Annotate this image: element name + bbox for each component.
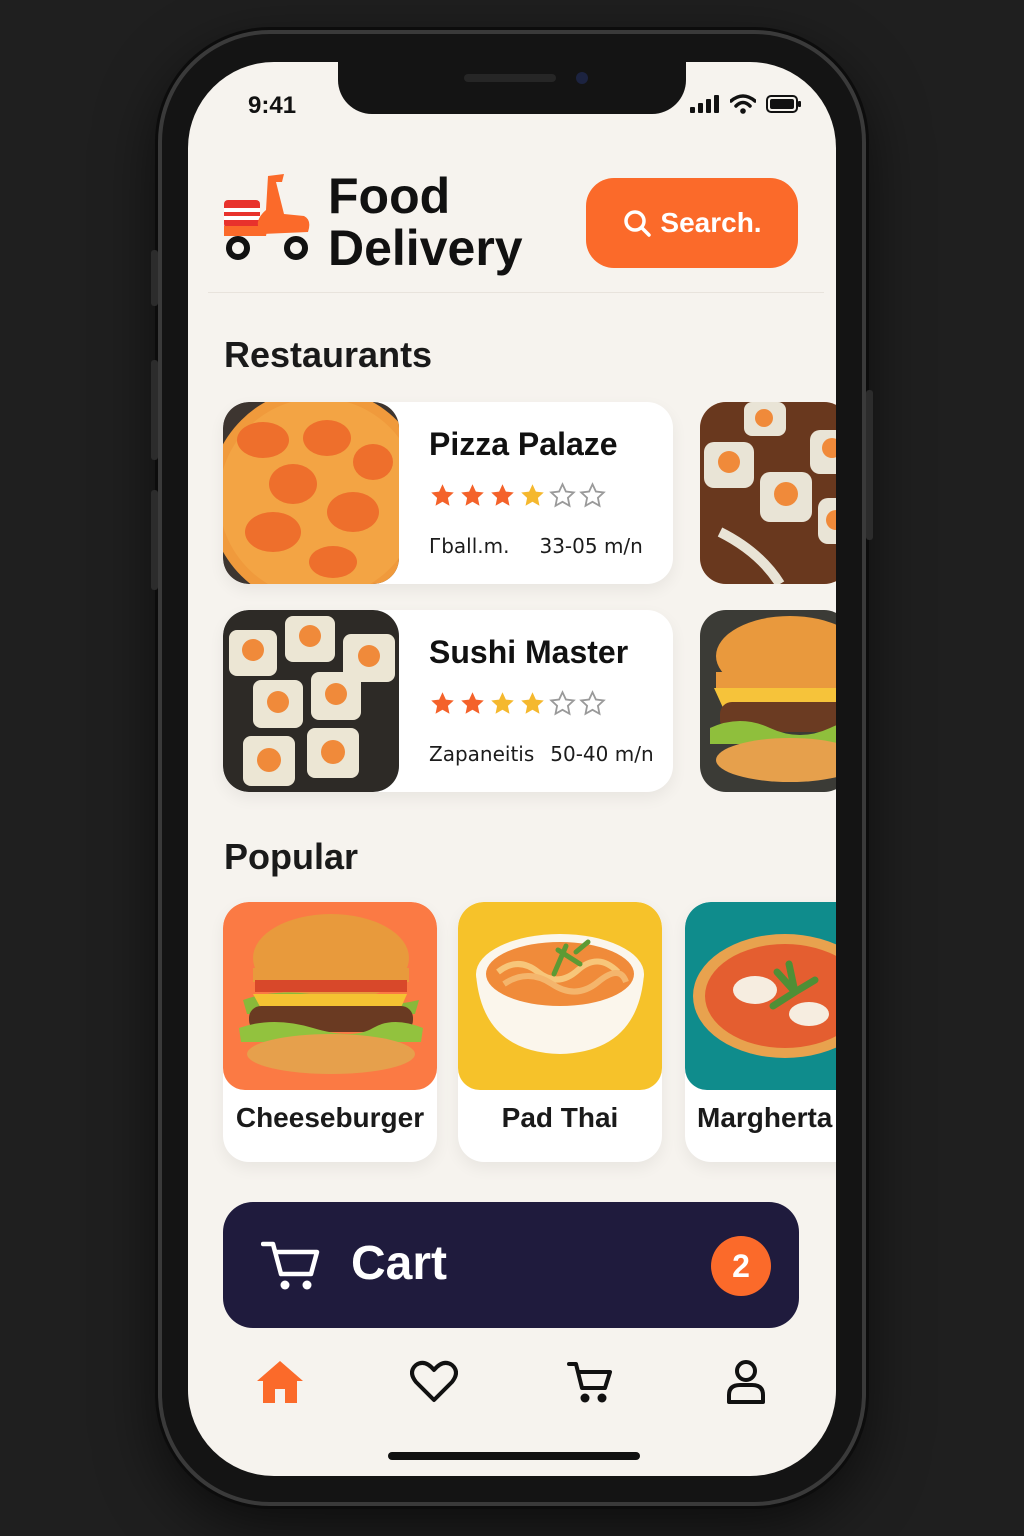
restaurant-name: Sushi Master [429,634,629,670]
star-filled-icon [491,484,514,506]
cart-count-badge: 2 [711,1236,771,1296]
power-button [866,390,873,540]
header-divider [208,292,824,293]
star-empty-icon [549,690,576,716]
app-title-line2: Delivery [328,220,523,276]
tab-home[interactable] [250,1352,310,1412]
tab-cart[interactable] [560,1352,620,1412]
star-empty-icon [579,690,606,716]
status-icons [690,94,802,114]
restaurant-card-peek[interactable] [700,402,836,584]
star-filled-icon [491,692,514,714]
restaurant-meta: Zapaneitis 50-40 m/n [429,742,654,766]
tab-profile[interactable] [716,1352,776,1412]
rating-stars [429,690,606,717]
popular-item-pad-thai[interactable]: Pad Thai [458,902,662,1162]
user-icon [727,1360,765,1404]
status-time: 9:41 [248,92,297,119]
star-filled-icon [431,484,454,506]
wifi-icon [730,94,756,114]
star-filled-icon [461,692,484,714]
home-icon [257,1361,303,1403]
popular-item-image [458,902,662,1090]
popular-item-label: Cheeseburger [235,1102,425,1133]
cart-icon [567,1362,612,1403]
cart-icon [261,1241,320,1290]
section-title-popular: Popular [224,836,359,877]
delivery-time: 50-40 m/n [550,742,654,766]
popular-item-cheeseburger[interactable]: Cheeseburger [223,902,437,1162]
rating-stars [429,482,606,509]
popular-item-image [685,902,836,1090]
star-empty-icon [549,482,576,508]
battery-icon [766,95,801,113]
mute-switch [151,250,158,306]
bottom-tab-bar [188,1352,836,1422]
popular-item-label: Pad Thai [501,1102,619,1133]
star-half-icon [521,692,544,714]
star-empty-icon [579,482,606,508]
restaurant-card-peek[interactable] [700,610,836,792]
heart-icon [410,1360,458,1402]
app-title-line1: Food [328,168,451,224]
scooter-icon [224,174,310,260]
restaurant-image [223,402,399,584]
popular-item-margherita[interactable]: Marghertа [685,902,836,1162]
star-half-icon [521,484,544,506]
restaurant-name: Pizza Palaze [429,426,618,462]
restaurant-category: Гball.m. [429,534,510,558]
section-title-restaurants: Restaurants [224,334,433,375]
search-label: Search. [660,207,762,238]
speaker [464,74,556,82]
delivery-time: 33-05 m/n [539,534,643,558]
search-button[interactable]: Search. [586,178,798,268]
search-icon [624,210,652,237]
restaurant-card-sushi-master[interactable]: Sushi Master Zapaneitis 50-40 m/n [223,610,673,792]
volume-down-button [151,490,158,590]
restaurant-image [223,610,399,792]
restaurant-category: Zapaneitis [429,742,535,766]
star-filled-icon [461,484,484,506]
app-title: Food Delivery [328,170,568,274]
cart-label: Cart [351,1237,448,1290]
restaurant-meta: Гball.m. 33-05 m/n [429,534,643,558]
front-camera [576,72,588,84]
notch [338,62,686,114]
app-screen: 9:41 Food Delivery Search. Restaurants P… [188,62,836,1476]
popular-item-label: Marghertа [697,1102,833,1133]
volume-up-button [151,360,158,460]
restaurant-card-pizza-palaze[interactable]: Pizza Palaze Гball.m. 33-05 m/n [223,402,673,584]
popular-item-image [223,902,437,1090]
cart-button[interactable]: Cart 2 [223,1202,799,1328]
signal-icon [690,95,719,113]
tab-favorites[interactable] [404,1352,464,1412]
home-indicator [388,1452,640,1460]
star-filled-icon [431,692,454,714]
